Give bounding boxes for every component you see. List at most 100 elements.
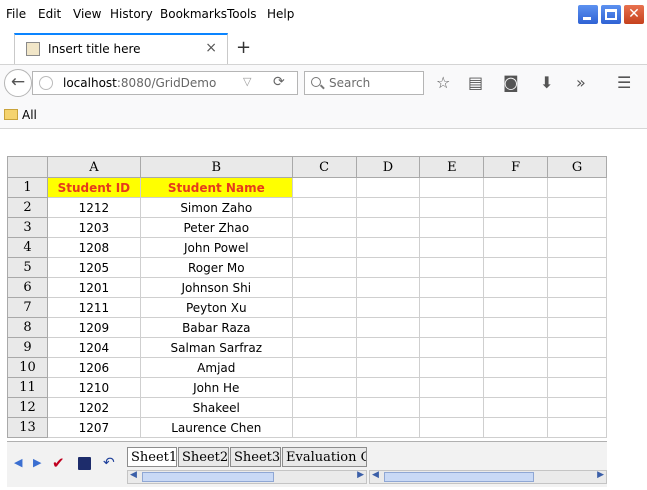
scroll-left-icon[interactable]: ◀: [14, 456, 22, 470]
bookmark-folder-all[interactable]: All: [22, 108, 37, 122]
grid-cell[interactable]: [547, 257, 607, 278]
grid-cell[interactable]: [291, 337, 357, 358]
menu-view[interactable]: View: [73, 7, 101, 21]
grid-cell[interactable]: Laurence Chen: [139, 417, 293, 438]
column-header-f[interactable]: F: [483, 156, 549, 178]
row-header[interactable]: 2: [7, 197, 48, 218]
row-header[interactable]: 3: [7, 217, 48, 238]
bookmark-star-icon[interactable]: ☆: [436, 74, 450, 92]
back-button[interactable]: ←: [4, 69, 32, 97]
row-header[interactable]: 6: [7, 277, 48, 298]
grid-cell[interactable]: [355, 297, 421, 318]
grid-cell[interactable]: [291, 197, 357, 218]
row-header[interactable]: 11: [7, 377, 48, 398]
grid-cell[interactable]: [355, 277, 421, 298]
grid-cell[interactable]: [291, 177, 357, 198]
grid-cell[interactable]: [419, 397, 485, 418]
grid-cell[interactable]: [291, 237, 357, 258]
close-window-button[interactable]: ✕: [623, 4, 645, 25]
tabs-scrollbar[interactable]: ◀ ▶: [127, 470, 367, 484]
grid-cell[interactable]: [547, 417, 607, 438]
grid-cell[interactable]: 1209: [46, 317, 141, 338]
minimize-button[interactable]: [577, 4, 599, 25]
grid-cell[interactable]: [419, 337, 485, 358]
sheet-tab-1[interactable]: Sheet1: [127, 447, 177, 467]
reload-icon[interactable]: ⟳: [273, 74, 285, 90]
search-input[interactable]: Search: [304, 71, 424, 95]
grid-cell[interactable]: [291, 257, 357, 278]
row-header[interactable]: 10: [7, 357, 48, 378]
grid-cell[interactable]: Peter Zhao: [139, 217, 293, 238]
pocket-icon[interactable]: ◙: [503, 74, 519, 92]
grid-cell[interactable]: [483, 237, 549, 258]
tab-close-icon[interactable]: ×: [205, 40, 217, 56]
downloads-icon[interactable]: ⬇: [540, 74, 553, 92]
browser-tab[interactable]: Insert title here ×: [14, 33, 228, 64]
hamburger-menu-icon[interactable]: ☰: [617, 74, 631, 92]
grid-scroll-left-icon[interactable]: ◀: [372, 470, 379, 480]
grid-cell[interactable]: [291, 357, 357, 378]
grid-cell[interactable]: John He: [139, 377, 293, 398]
column-header-a[interactable]: A: [46, 156, 141, 178]
menu-file[interactable]: File: [6, 7, 26, 21]
grid-cell[interactable]: [483, 217, 549, 238]
grid-cell[interactable]: 1205: [46, 257, 141, 278]
column-header-e[interactable]: E: [419, 156, 485, 178]
grid-cell[interactable]: Student ID: [46, 177, 141, 198]
grid-cell[interactable]: [483, 177, 549, 198]
grid-cell[interactable]: Salman Sarfraz: [139, 337, 293, 358]
grid-cell[interactable]: [355, 217, 421, 238]
grid-cell[interactable]: [547, 317, 607, 338]
grid-cell[interactable]: 1204: [46, 337, 141, 358]
grid-cell[interactable]: [483, 197, 549, 218]
grid-cell[interactable]: 1211: [46, 297, 141, 318]
sheet-tab-evaluation[interactable]: Evaluation Co: [282, 447, 367, 467]
url-bar[interactable]: localhost:8080/GridDemo ▽ ⟳: [32, 71, 298, 95]
row-header[interactable]: 9: [7, 337, 48, 358]
row-header[interactable]: 7: [7, 297, 48, 318]
grid-cell[interactable]: [291, 217, 357, 238]
grid-cell[interactable]: [419, 197, 485, 218]
grid-cell[interactable]: [355, 357, 421, 378]
grid-cell[interactable]: [355, 417, 421, 438]
grid-cell[interactable]: Roger Mo: [139, 257, 293, 278]
maximize-button[interactable]: [600, 4, 622, 25]
row-header[interactable]: 13: [7, 417, 48, 438]
scroll-left-arrow-icon[interactable]: ◀: [130, 470, 137, 480]
grid-cell[interactable]: [483, 257, 549, 278]
tabs-scrollbar-thumb[interactable]: [142, 472, 274, 482]
grid-cell[interactable]: [419, 217, 485, 238]
row-header[interactable]: 1: [7, 177, 48, 198]
sheet-tab-3[interactable]: Sheet3: [230, 447, 281, 467]
menu-edit[interactable]: Edit: [38, 7, 61, 21]
grid-cell[interactable]: [547, 217, 607, 238]
grid-cell[interactable]: 1210: [46, 377, 141, 398]
grid-cell[interactable]: [547, 377, 607, 398]
grid-cell[interactable]: [419, 277, 485, 298]
grid-cell[interactable]: 1206: [46, 357, 141, 378]
grid-cell[interactable]: [419, 377, 485, 398]
grid-cell[interactable]: [419, 257, 485, 278]
column-header-d[interactable]: D: [355, 156, 421, 178]
row-header[interactable]: 12: [7, 397, 48, 418]
grid-cell[interactable]: [291, 317, 357, 338]
grid-scrollbar-thumb[interactable]: [384, 472, 534, 482]
scroll-right-icon[interactable]: ▶: [33, 456, 41, 470]
grid-cell[interactable]: [419, 297, 485, 318]
grid-cell[interactable]: [355, 177, 421, 198]
save-icon[interactable]: [78, 457, 91, 470]
column-header-b[interactable]: B: [139, 156, 293, 178]
grid-cell[interactable]: 1208: [46, 237, 141, 258]
grid-cell[interactable]: [419, 237, 485, 258]
grid-cell[interactable]: Babar Raza: [139, 317, 293, 338]
sheet-tab-2[interactable]: Sheet2: [178, 447, 229, 467]
reading-list-icon[interactable]: ▤: [468, 74, 483, 92]
menu-history[interactable]: History: [110, 7, 153, 21]
grid-cell[interactable]: [355, 257, 421, 278]
grid-scroll-right-icon[interactable]: ▶: [597, 470, 604, 480]
grid-cell[interactable]: 1201: [46, 277, 141, 298]
grid-cell[interactable]: [291, 277, 357, 298]
dropdown-arrow-icon[interactable]: ▽: [243, 75, 251, 88]
checkmark-icon[interactable]: ✔: [52, 456, 65, 471]
grid-cell[interactable]: [547, 277, 607, 298]
